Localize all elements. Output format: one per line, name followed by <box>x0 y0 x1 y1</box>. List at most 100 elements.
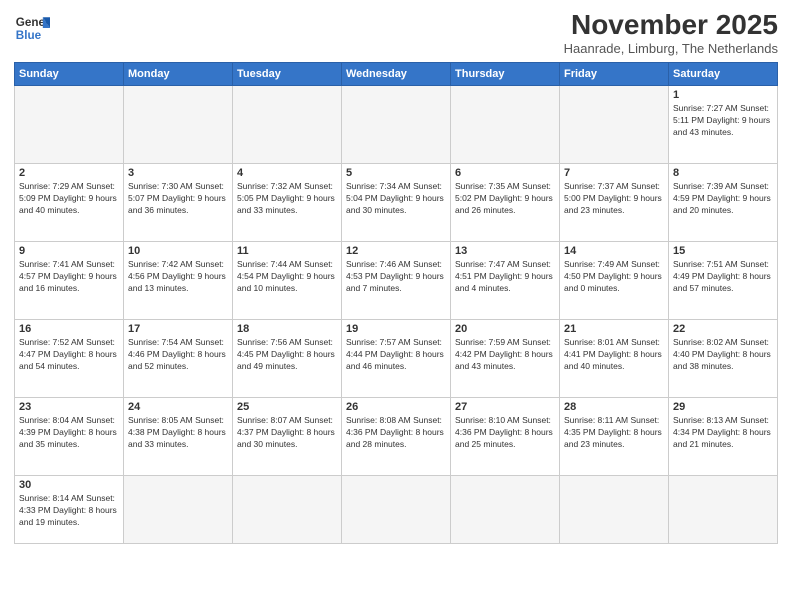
table-row <box>560 475 669 543</box>
table-row: 2 Sunrise: 7:29 AM Sunset: 5:09 PM Daylig… <box>15 163 124 241</box>
day-number: 11 <box>237 245 337 257</box>
day-info: Sunrise: 7:52 AM Sunset: 4:47 PM Dayligh… <box>19 337 119 373</box>
day-number: 10 <box>128 245 228 257</box>
day-info: Sunrise: 8:08 AM Sunset: 4:36 PM Dayligh… <box>346 415 446 451</box>
day-number: 22 <box>673 323 773 335</box>
day-info: Sunrise: 8:11 AM Sunset: 4:35 PM Dayligh… <box>564 415 664 451</box>
day-info: Sunrise: 8:14 AM Sunset: 4:33 PM Dayligh… <box>19 493 119 529</box>
day-info: Sunrise: 7:29 AM Sunset: 5:09 PM Dayligh… <box>19 181 119 217</box>
day-info: Sunrise: 7:44 AM Sunset: 4:54 PM Dayligh… <box>237 259 337 295</box>
day-number: 25 <box>237 401 337 413</box>
day-info: Sunrise: 8:01 AM Sunset: 4:41 PM Dayligh… <box>564 337 664 373</box>
table-row: 20 Sunrise: 7:59 AM Sunset: 4:42 PM Dayli… <box>451 319 560 397</box>
day-number: 8 <box>673 167 773 179</box>
day-info: Sunrise: 8:04 AM Sunset: 4:39 PM Dayligh… <box>19 415 119 451</box>
day-number: 27 <box>455 401 555 413</box>
table-row: 21 Sunrise: 8:01 AM Sunset: 4:41 PM Dayli… <box>560 319 669 397</box>
day-number: 9 <box>19 245 119 257</box>
day-number: 18 <box>237 323 337 335</box>
header-row: Sunday Monday Tuesday Wednesday Thursday… <box>15 62 778 85</box>
day-number: 1 <box>673 89 773 101</box>
table-row: 6 Sunrise: 7:35 AM Sunset: 5:02 PM Daylig… <box>451 163 560 241</box>
day-number: 23 <box>19 401 119 413</box>
day-info: Sunrise: 7:49 AM Sunset: 4:50 PM Dayligh… <box>564 259 664 295</box>
table-row: 18 Sunrise: 7:56 AM Sunset: 4:45 PM Dayli… <box>233 319 342 397</box>
table-row: 5 Sunrise: 7:34 AM Sunset: 5:04 PM Daylig… <box>342 163 451 241</box>
month-title: November 2025 <box>564 10 778 41</box>
table-row: 7 Sunrise: 7:37 AM Sunset: 5:00 PM Daylig… <box>560 163 669 241</box>
table-row: 29Sunrise: 8:13 AM Sunset: 4:34 PM Dayli… <box>669 397 778 475</box>
col-monday: Monday <box>124 62 233 85</box>
day-info: Sunrise: 7:37 AM Sunset: 5:00 PM Dayligh… <box>564 181 664 217</box>
day-info: Sunrise: 8:10 AM Sunset: 4:36 PM Dayligh… <box>455 415 555 451</box>
day-number: 5 <box>346 167 446 179</box>
table-row: 23 Sunrise: 8:04 AM Sunset: 4:39 PM Dayli… <box>15 397 124 475</box>
day-info: Sunrise: 8:07 AM Sunset: 4:37 PM Dayligh… <box>237 415 337 451</box>
table-row: 10 Sunrise: 7:42 AM Sunset: 4:56 PM Dayli… <box>124 241 233 319</box>
day-number: 13 <box>455 245 555 257</box>
day-info: Sunrise: 7:42 AM Sunset: 4:56 PM Dayligh… <box>128 259 228 295</box>
day-info: Sunrise: 7:54 AM Sunset: 4:46 PM Dayligh… <box>128 337 228 373</box>
day-number: 17 <box>128 323 228 335</box>
svg-text:Blue: Blue <box>16 29 42 42</box>
day-number: 6 <box>455 167 555 179</box>
col-sunday: Sunday <box>15 62 124 85</box>
table-row: 25 Sunrise: 8:07 AM Sunset: 4:37 PM Dayli… <box>233 397 342 475</box>
col-friday: Friday <box>560 62 669 85</box>
day-number: 12 <box>346 245 446 257</box>
day-info: Sunrise: 7:51 AM Sunset: 4:49 PM Dayligh… <box>673 259 773 295</box>
table-row: 9Sunrise: 7:41 AM Sunset: 4:57 PM Daylig… <box>15 241 124 319</box>
table-row <box>233 85 342 163</box>
day-info: Sunrise: 7:46 AM Sunset: 4:53 PM Dayligh… <box>346 259 446 295</box>
table-row: 27 Sunrise: 8:10 AM Sunset: 4:36 PM Dayli… <box>451 397 560 475</box>
col-saturday: Saturday <box>669 62 778 85</box>
table-row: 26 Sunrise: 8:08 AM Sunset: 4:36 PM Dayli… <box>342 397 451 475</box>
day-info: Sunrise: 7:34 AM Sunset: 5:04 PM Dayligh… <box>346 181 446 217</box>
day-number: 4 <box>237 167 337 179</box>
day-number: 7 <box>564 167 664 179</box>
table-row <box>15 85 124 163</box>
table-row: 24Sunrise: 8:05 AM Sunset: 4:38 PM Dayli… <box>124 397 233 475</box>
table-row: 12 Sunrise: 7:46 AM Sunset: 4:53 PM Dayli… <box>342 241 451 319</box>
day-number: 30 <box>19 479 119 491</box>
day-info: Sunrise: 7:59 AM Sunset: 4:42 PM Dayligh… <box>455 337 555 373</box>
day-number: 19 <box>346 323 446 335</box>
logo: General Blue <box>14 10 50 46</box>
table-row: 13 Sunrise: 7:47 AM Sunset: 4:51 PM Dayli… <box>451 241 560 319</box>
day-info: Sunrise: 7:35 AM Sunset: 5:02 PM Dayligh… <box>455 181 555 217</box>
table-row: 30 Sunrise: 8:14 AM Sunset: 4:33 PM Dayli… <box>15 475 124 543</box>
table-row: 1 Sunrise: 7:27 AM Sunset: 5:11 PM Daylig… <box>669 85 778 163</box>
table-row <box>669 475 778 543</box>
day-number: 21 <box>564 323 664 335</box>
day-number: 29 <box>673 401 773 413</box>
day-info: Sunrise: 7:30 AM Sunset: 5:07 PM Dayligh… <box>128 181 228 217</box>
table-row <box>451 85 560 163</box>
day-number: 20 <box>455 323 555 335</box>
logo-icon: General Blue <box>14 10 50 46</box>
day-info: Sunrise: 7:47 AM Sunset: 4:51 PM Dayligh… <box>455 259 555 295</box>
day-info: Sunrise: 7:27 AM Sunset: 5:11 PM Dayligh… <box>673 103 773 139</box>
day-info: Sunrise: 7:57 AM Sunset: 4:44 PM Dayligh… <box>346 337 446 373</box>
table-row: 16 Sunrise: 7:52 AM Sunset: 4:47 PM Dayli… <box>15 319 124 397</box>
day-number: 26 <box>346 401 446 413</box>
table-row: 19 Sunrise: 7:57 AM Sunset: 4:44 PM Dayli… <box>342 319 451 397</box>
col-wednesday: Wednesday <box>342 62 451 85</box>
subtitle: Haanrade, Limburg, The Netherlands <box>564 41 778 56</box>
table-row: 15Sunrise: 7:51 AM Sunset: 4:49 PM Dayli… <box>669 241 778 319</box>
day-number: 3 <box>128 167 228 179</box>
day-info: Sunrise: 7:56 AM Sunset: 4:45 PM Dayligh… <box>237 337 337 373</box>
table-row <box>342 85 451 163</box>
table-row: 3 Sunrise: 7:30 AM Sunset: 5:07 PM Daylig… <box>124 163 233 241</box>
day-number: 16 <box>19 323 119 335</box>
day-number: 28 <box>564 401 664 413</box>
day-info: Sunrise: 7:39 AM Sunset: 4:59 PM Dayligh… <box>673 181 773 217</box>
table-row: 4 Sunrise: 7:32 AM Sunset: 5:05 PM Daylig… <box>233 163 342 241</box>
table-row: 11 Sunrise: 7:44 AM Sunset: 4:54 PM Dayli… <box>233 241 342 319</box>
table-row: 22 Sunrise: 8:02 AM Sunset: 4:40 PM Dayli… <box>669 319 778 397</box>
day-info: Sunrise: 8:02 AM Sunset: 4:40 PM Dayligh… <box>673 337 773 373</box>
day-number: 2 <box>19 167 119 179</box>
col-tuesday: Tuesday <box>233 62 342 85</box>
day-info: Sunrise: 7:32 AM Sunset: 5:05 PM Dayligh… <box>237 181 337 217</box>
table-row: 8 Sunrise: 7:39 AM Sunset: 4:59 PM Daylig… <box>669 163 778 241</box>
table-row <box>451 475 560 543</box>
